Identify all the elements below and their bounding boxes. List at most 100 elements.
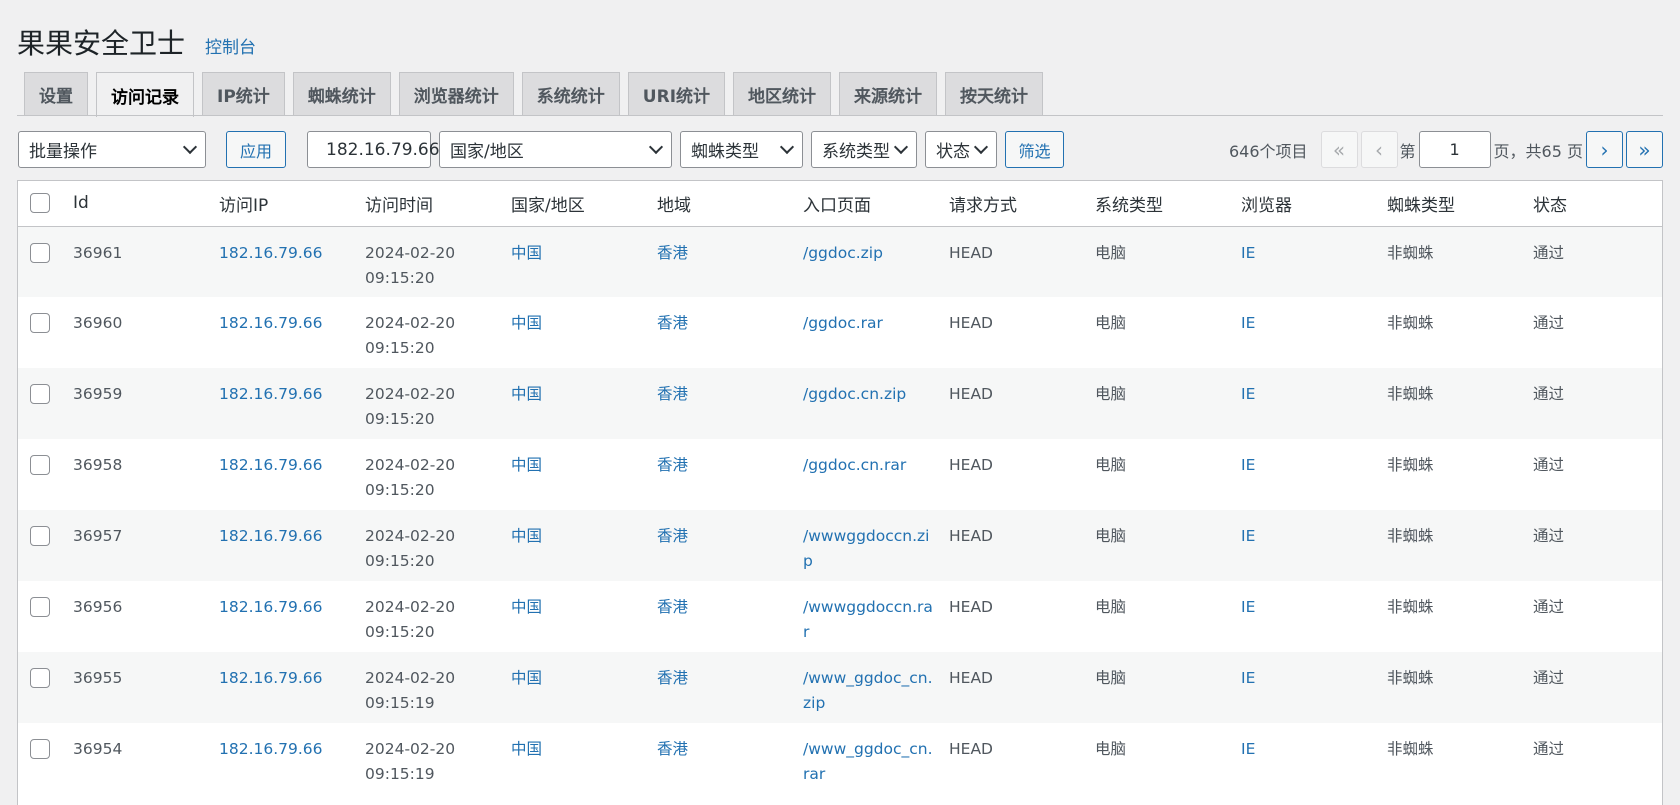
cell-method: HEAD	[949, 368, 1095, 439]
cell-browser[interactable]: IE	[1241, 723, 1387, 794]
prev-page-button[interactable]: ‹	[1360, 131, 1398, 168]
row-checkbox[interactable]	[30, 668, 50, 688]
row-checkbox[interactable]	[30, 739, 50, 759]
tab-8[interactable]: 来源统计	[839, 72, 938, 115]
ip-filter-input[interactable]: 182.16.79.66	[307, 131, 440, 168]
cell-page[interactable]: /ggdoc.cn.zip	[803, 368, 949, 439]
cell-page[interactable]: /ggdoc.zip	[803, 226, 949, 297]
cell-country[interactable]: 中国	[511, 439, 657, 510]
country-select[interactable]: 国家/地区	[439, 131, 672, 168]
cell-country[interactable]: 中国	[511, 226, 657, 297]
tab-2[interactable]: IP统计	[202, 72, 285, 115]
filter-button[interactable]: 筛选	[1005, 131, 1064, 168]
cell-id: 36960	[73, 297, 219, 368]
cell-country[interactable]: 中国	[511, 368, 657, 439]
table-row: 36961 182.16.79.66 2024-02-20 09:15:20 中国 香港 /…	[18, 226, 1662, 297]
cell-ip[interactable]: 182.16.79.66	[219, 297, 365, 368]
current-page-input[interactable]: 1	[1418, 131, 1491, 168]
cell-page[interactable]: /ggdoc.cn.rar	[803, 439, 949, 510]
tab-5[interactable]: 系统统计	[521, 72, 620, 115]
first-page-button[interactable]: «	[1320, 131, 1358, 168]
cell-region[interactable]: 香港	[657, 652, 803, 723]
tab-1[interactable]: 访问记录	[96, 72, 194, 117]
cell-date: 2024-02-20	[365, 669, 456, 687]
cell-region[interactable]: 香港	[657, 510, 803, 581]
tab-0[interactable]: 设置	[24, 72, 88, 115]
cell-region[interactable]: 香港	[657, 297, 803, 368]
cell-status: 通过	[1533, 723, 1598, 794]
cell-page[interactable]: /ggdoc.rar	[803, 297, 949, 368]
cell-datetime: 2024-02-20 09:15:20	[365, 581, 511, 652]
select-all-checkbox[interactable]	[30, 193, 50, 214]
spider-type-select[interactable]: 蜘蛛类型	[680, 131, 803, 168]
cell-time: 09:15:19	[365, 765, 435, 783]
cell-country[interactable]: 中国	[511, 581, 657, 652]
tab-3[interactable]: 蜘蛛统计	[292, 72, 391, 115]
cell-country[interactable]: 中国	[511, 723, 657, 794]
cell-browser[interactable]: IE	[1241, 652, 1387, 723]
cell-country[interactable]: 中国	[511, 510, 657, 581]
cell-country[interactable]: 中国	[511, 297, 657, 368]
cell-method: HEAD	[949, 510, 1095, 581]
column-header: 系统类型	[1095, 181, 1241, 227]
tab-4[interactable]: 浏览器统计	[398, 72, 514, 115]
cell-region[interactable]: 香港	[657, 368, 803, 439]
row-checkbox[interactable]	[30, 597, 50, 617]
cell-status: 通过	[1533, 368, 1598, 439]
tab-7[interactable]: 地区统计	[733, 72, 832, 115]
console-link[interactable]: 控制台	[205, 33, 256, 58]
cell-ip[interactable]: 182.16.79.66	[219, 439, 365, 510]
cell-date: 2024-02-20	[365, 527, 456, 545]
cell-ip[interactable]: 182.16.79.66	[219, 723, 365, 794]
apply-button[interactable]: 应用	[226, 131, 286, 168]
row-checkbox[interactable]	[30, 242, 50, 263]
column-header: 浏览器	[1241, 181, 1387, 227]
cell-page[interactable]: /www_ggdoc_cn.zip	[803, 652, 949, 723]
last-page-button[interactable]: »	[1626, 131, 1663, 168]
cell-status: 通过	[1533, 581, 1598, 652]
cell-id: 36954	[73, 723, 219, 794]
cell-region[interactable]: 香港	[657, 226, 803, 297]
cell-ip[interactable]: 182.16.79.66	[219, 368, 365, 439]
cell-page[interactable]: /wwwggdoccn.rar	[803, 581, 949, 652]
cell-id: 36959	[73, 368, 219, 439]
cell-browser[interactable]: IE	[1241, 581, 1387, 652]
cell-browser[interactable]: IE	[1241, 439, 1387, 510]
cell-page[interactable]: /www_ggdoc_cn.rar	[803, 723, 949, 794]
cell-date: 2024-02-20	[365, 314, 456, 332]
status-select[interactable]: 状态	[925, 131, 997, 168]
cell-browser[interactable]: IE	[1241, 297, 1387, 368]
column-header: Id	[73, 181, 219, 227]
cell-date: 2024-02-20	[365, 456, 456, 474]
cell-region[interactable]: 香港	[657, 581, 803, 652]
cell-ip[interactable]: 182.16.79.66	[219, 581, 365, 652]
cell-region[interactable]: 香港	[657, 723, 803, 794]
next-page-button[interactable]: ›	[1586, 131, 1623, 168]
row-checkbox[interactable]	[30, 455, 50, 475]
cell-browser[interactable]: IE	[1241, 226, 1387, 297]
cell-date: 2024-02-20	[365, 740, 456, 758]
cell-ip[interactable]: 182.16.79.66	[219, 226, 365, 297]
chevron-down-icon	[779, 139, 795, 155]
tab-9[interactable]: 按天统计	[945, 72, 1044, 115]
page-prefix: 第	[1399, 141, 1416, 161]
cell-ip[interactable]: 182.16.79.66	[219, 652, 365, 723]
cell-country[interactable]: 中国	[511, 652, 657, 723]
table-row: 36957 182.16.79.66 2024-02-20 09:15:20 中国 香港 /…	[18, 510, 1662, 581]
cell-region[interactable]: 香港	[657, 439, 803, 510]
cell-ip[interactable]: 182.16.79.66	[219, 510, 365, 581]
row-checkbox[interactable]	[30, 526, 50, 546]
cell-time: 09:15:20	[365, 481, 435, 499]
system-type-select[interactable]: 系统类型	[811, 131, 917, 168]
cell-id: 36958	[73, 439, 219, 510]
column-header: 访问时间	[365, 181, 511, 227]
cell-browser[interactable]: IE	[1241, 368, 1387, 439]
tab-6[interactable]: URI统计	[627, 72, 726, 115]
cell-page[interactable]: /wwwggdoccn.zip	[803, 510, 949, 581]
bulk-action-select[interactable]: 批量操作	[18, 131, 206, 168]
column-header: 地域	[657, 181, 803, 227]
row-checkbox[interactable]	[30, 384, 50, 404]
row-checkbox[interactable]	[30, 313, 50, 333]
cell-datetime: 2024-02-20 09:15:20	[365, 510, 511, 581]
cell-browser[interactable]: IE	[1241, 510, 1387, 581]
